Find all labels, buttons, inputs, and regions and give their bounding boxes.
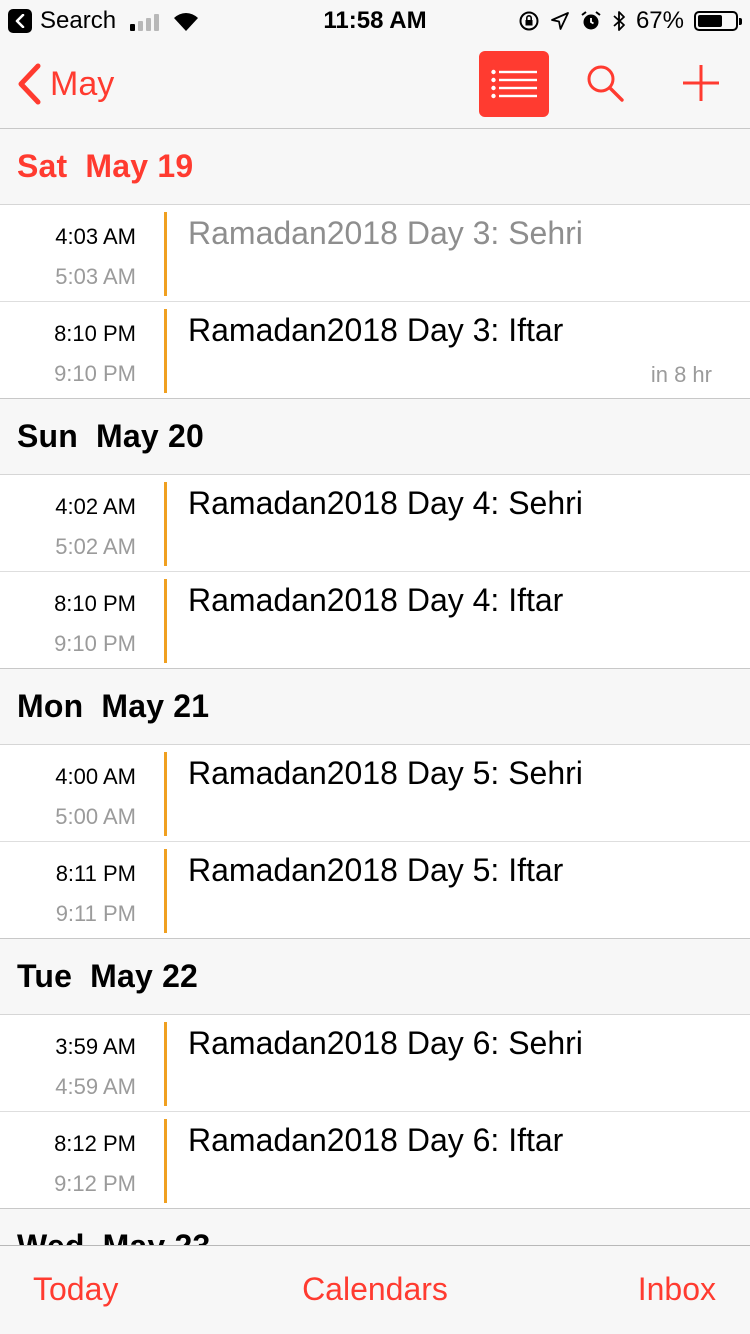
- battery-icon: [694, 11, 742, 31]
- event-start-time: 8:10 PM: [54, 591, 136, 616]
- event-title: Ramadan2018 Day 6: Iftar: [188, 1122, 564, 1158]
- alarm-icon: [581, 11, 601, 30]
- calendar-color-bar: [164, 1022, 167, 1106]
- event-title: Ramadan2018 Day 5: Iftar: [188, 852, 564, 888]
- calendar-color-bar: [164, 212, 167, 296]
- chevron-left-icon: [18, 63, 41, 105]
- calendar-color-bar: [164, 849, 167, 933]
- inbox-tab[interactable]: Inbox: [638, 1271, 716, 1308]
- event-title: Ramadan2018 Day 6: Sehri: [188, 1025, 583, 1061]
- rotation-lock-icon: [519, 11, 539, 31]
- event-title: Ramadan2018 Day 3: Sehri: [188, 215, 583, 251]
- calendar-color-bar: [164, 1119, 167, 1203]
- event-row[interactable]: 4:02 AM 5:02 AM Ramadan2018 Day 4: Sehri: [0, 475, 750, 572]
- calendar-color-bar: [164, 579, 167, 663]
- event-start-time: 8:10 PM: [54, 321, 136, 346]
- back-button[interactable]: May: [16, 62, 114, 106]
- event-row[interactable]: 8:10 PM 9:10 PM Ramadan2018 Day 4: Iftar: [0, 572, 750, 669]
- event-row[interactable]: 8:10 PM 9:10 PM Ramadan2018 Day 3: Iftar…: [0, 302, 750, 399]
- location-icon: [551, 12, 569, 30]
- day-header: Tue May 22: [0, 939, 750, 1015]
- nav-bar: May: [0, 40, 750, 129]
- event-end-time: 5:03 AM: [55, 264, 136, 289]
- search-icon: [587, 65, 624, 102]
- day-header: Mon May 21: [0, 669, 750, 745]
- event-start-time: 8:11 PM: [55, 861, 136, 886]
- status-bar: Search 11:58 AM 67%: [0, 0, 750, 40]
- back-button-label: May: [50, 64, 115, 103]
- day-weekday: Mon: [17, 688, 84, 724]
- event-end-time: 9:10 PM: [54, 631, 136, 656]
- tab-bar: Today Calendars Inbox: [0, 1245, 750, 1334]
- battery-percent: 67%: [635, 7, 684, 34]
- event-row[interactable]: 3:59 AM 4:59 AM Ramadan2018 Day 6: Sehri: [0, 1015, 750, 1112]
- day-weekday: Tue: [17, 958, 73, 994]
- event-row[interactable]: 4:03 AM 5:03 AM Ramadan2018 Day 3: Sehri: [0, 205, 750, 302]
- event-end-time: 9:10 PM: [54, 361, 136, 386]
- event-start-time: 4:02 AM: [55, 494, 136, 519]
- event-end-time: 9:11 PM: [55, 901, 136, 926]
- day-date: May 20: [96, 418, 204, 454]
- calendar-color-bar: [164, 752, 167, 836]
- list-icon: [491, 69, 537, 99]
- add-event-button[interactable]: [678, 60, 724, 106]
- event-start-time: 4:03 AM: [55, 224, 136, 249]
- event-end-time: 5:00 AM: [55, 804, 136, 829]
- day-date: May 21: [101, 688, 210, 724]
- event-title: Ramadan2018 Day 3: Iftar: [188, 312, 564, 348]
- plus-icon: [683, 65, 719, 101]
- event-start-time: 4:00 AM: [55, 764, 136, 789]
- calendar-color-bar: [164, 309, 167, 393]
- event-title: Ramadan2018 Day 5: Sehri: [188, 755, 583, 791]
- list-view-button[interactable]: [479, 51, 549, 117]
- event-row[interactable]: 4:00 AM 5:00 AM Ramadan2018 Day 5: Sehri: [0, 745, 750, 842]
- event-end-time: 9:12 PM: [54, 1171, 136, 1196]
- day-weekday: Sat: [17, 148, 68, 184]
- bluetooth-icon: [613, 11, 625, 31]
- event-end-time: 5:02 AM: [55, 534, 136, 559]
- calendar-color-bar: [164, 482, 167, 566]
- day-date: May 22: [90, 958, 199, 994]
- event-title: Ramadan2018 Day 4: Iftar: [188, 582, 564, 618]
- day-date: May 19: [85, 148, 194, 184]
- day-header: Sun May 20: [0, 399, 750, 475]
- event-row[interactable]: 8:12 PM 9:12 PM Ramadan2018 Day 6: Iftar: [0, 1112, 750, 1209]
- event-start-time: 8:12 PM: [54, 1131, 136, 1156]
- event-title: Ramadan2018 Day 4: Sehri: [188, 485, 583, 521]
- event-start-time: 3:59 AM: [55, 1034, 136, 1059]
- event-list[interactable]: Sat May 19 4:03 AM 5:03 AM Ramadan2018 Da…: [0, 129, 750, 1285]
- event-relative-time: in 8 hr: [650, 362, 712, 387]
- search-button[interactable]: [582, 60, 628, 106]
- day-weekday: Sun: [17, 418, 79, 454]
- event-row[interactable]: 8:11 PM 9:11 PM Ramadan2018 Day 5: Iftar: [0, 842, 750, 939]
- event-end-time: 4:59 AM: [55, 1074, 136, 1099]
- day-header: Sat May 19: [0, 129, 750, 205]
